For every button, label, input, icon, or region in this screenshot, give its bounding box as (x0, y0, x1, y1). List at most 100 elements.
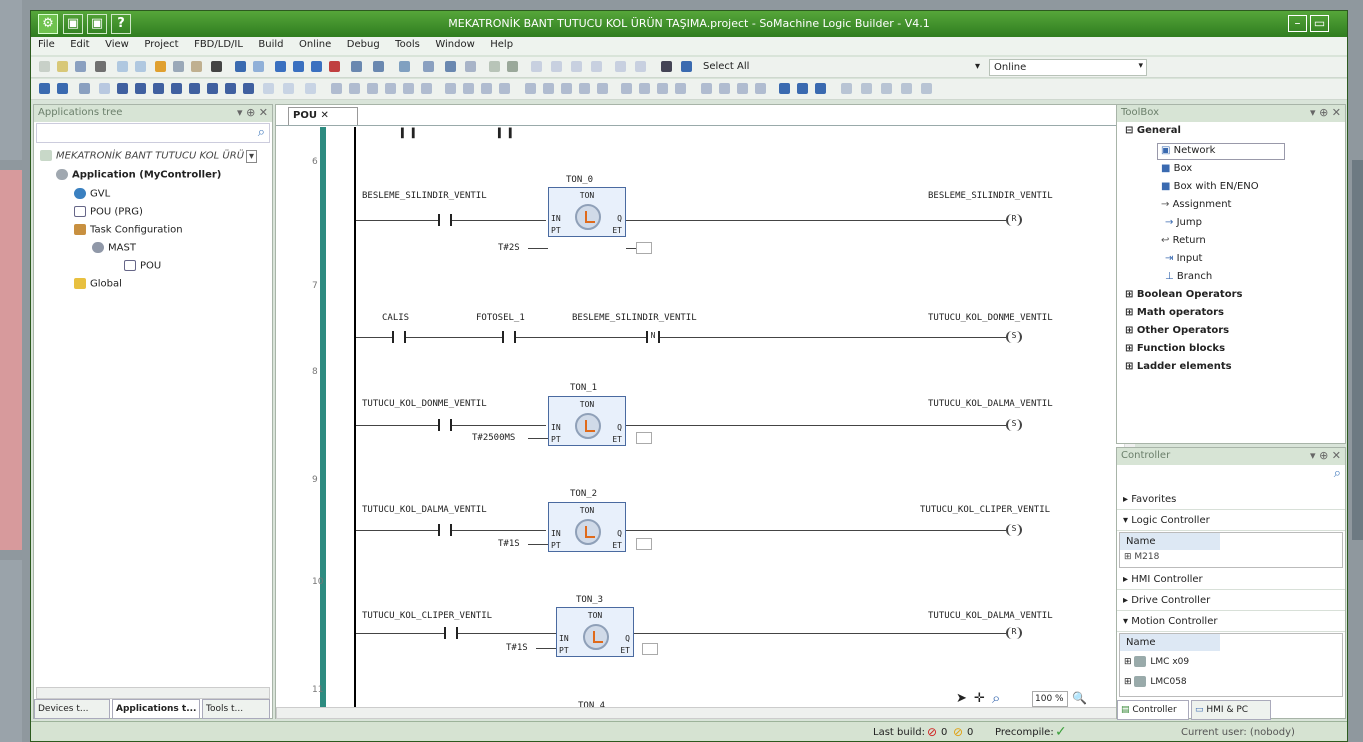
format-icon[interactable] (499, 83, 510, 94)
insert-icon[interactable] (815, 83, 826, 94)
step-out-icon[interactable] (591, 61, 602, 72)
menu-view[interactable]: View (98, 37, 134, 50)
n8-ton-block[interactable]: TON IN PT Q ET (548, 396, 626, 446)
bookmark-icon[interactable] (275, 61, 286, 72)
dropdown-arrow-icon[interactable]: ▾ (971, 59, 991, 76)
toolbox-general[interactable]: ⊟ General (1125, 125, 1181, 136)
format-icon[interactable] (755, 83, 766, 94)
minimize-icon[interactable]: – (1288, 15, 1307, 32)
tree-search-input[interactable]: ⌕ (36, 123, 270, 143)
paste-icon[interactable] (191, 61, 202, 72)
falling-contact-icon[interactable] (153, 83, 164, 94)
format-icon[interactable] (675, 83, 686, 94)
n8-contact[interactable] (438, 419, 452, 431)
n6-contact[interactable] (438, 214, 452, 226)
menu-fbd[interactable]: FBD/LD/IL (187, 37, 248, 50)
print-icon[interactable] (95, 61, 106, 72)
format-icon[interactable] (525, 83, 536, 94)
n7-contact3-label[interactable]: BESLEME_SILINDIR_VENTIL (572, 313, 697, 323)
search-icon[interactable]: ⌕ (1334, 466, 1341, 481)
parallel-contact-icon[interactable] (99, 83, 110, 94)
pointer-icon[interactable]: ➤ (956, 691, 967, 706)
tree-mast-pou[interactable]: POU (124, 260, 161, 272)
run-icon[interactable] (489, 61, 500, 72)
tree-project[interactable]: MEKATRONİK BANT TUTUCU KOL ÜRÜ ▾ (40, 149, 258, 163)
replace-icon[interactable] (253, 61, 264, 72)
align-icon[interactable] (385, 83, 396, 94)
breakpoint-icon[interactable] (531, 61, 542, 72)
close-icon[interactable]: ✕ (320, 110, 328, 121)
toolbox-math[interactable]: ⊞ Math operators (1125, 307, 1224, 318)
logout-icon[interactable] (465, 61, 476, 72)
n9-contact-label[interactable]: TUTUCU_KOL_DALMA_VENTIL (362, 505, 487, 515)
n7-coil-label[interactable]: TUTUCU_KOL_DONME_VENTIL (928, 313, 1053, 323)
error-count[interactable]: 0 (941, 727, 947, 738)
build-icon[interactable] (351, 61, 362, 72)
contact-icon[interactable] (79, 83, 90, 94)
select-icon[interactable] (661, 61, 672, 72)
n6-et-output[interactable] (636, 242, 652, 254)
n6-fb-name[interactable]: TON_0 (566, 175, 593, 185)
name-column-header[interactable]: Name (1120, 533, 1220, 550)
menu-window[interactable]: Window (428, 37, 479, 50)
search-icon[interactable]: ⌕ (258, 125, 265, 140)
warning-count[interactable]: 0 (967, 727, 973, 738)
new-icon[interactable] (39, 61, 50, 72)
controller-item-lmc[interactable]: ⊞ LMC x09 (1124, 656, 1189, 667)
n7-contact3[interactable]: N (646, 331, 660, 343)
format-icon[interactable] (579, 83, 590, 94)
menu-tools[interactable]: Tools (388, 37, 425, 50)
controller-item-m218[interactable]: ⊞ M218 (1124, 552, 1159, 562)
bookmark-next-icon[interactable] (293, 61, 304, 72)
tab-controller[interactable]: ▤ Controller (1117, 700, 1189, 720)
network-icon[interactable] (39, 83, 50, 94)
n6-ton-block[interactable]: TON IN PT Q ET (548, 187, 626, 237)
align-icon[interactable] (367, 83, 378, 94)
zoom-level[interactable]: 100 % (1032, 691, 1068, 707)
controller-drive[interactable]: ▸ Drive Controller (1117, 591, 1345, 611)
jump-icon[interactable] (243, 83, 254, 94)
panel-controls-icon[interactable]: ▾ ⊕ ✕ (237, 106, 268, 119)
download-icon[interactable] (399, 61, 410, 72)
n8-pt-value[interactable]: T#2500MS (472, 433, 515, 443)
tab-pou[interactable]: POU ✕ (288, 107, 358, 125)
n9-et-output[interactable] (636, 538, 652, 550)
coil-icon[interactable] (171, 83, 182, 94)
tab-hmi-pc[interactable]: ▭ HMI & PC (1191, 700, 1271, 720)
n9-ton-block[interactable]: TON IN PT Q ET (548, 502, 626, 552)
pan-icon[interactable]: ✛ (974, 691, 985, 706)
n7-contact2[interactable] (502, 331, 516, 343)
toolbox-assignment[interactable]: → Assignment (1161, 199, 1231, 210)
format-icon[interactable] (639, 83, 650, 94)
panel-controls-icon[interactable]: ▾ ⊕ ✕ (1310, 106, 1341, 119)
toolbox-box[interactable]: ■ Box (1161, 163, 1192, 174)
toolbox-function-blocks[interactable]: ⊞ Function blocks (1125, 343, 1225, 354)
format-icon[interactable] (481, 83, 492, 94)
rebuild-icon[interactable] (373, 61, 384, 72)
negated-contact-icon[interactable] (117, 83, 128, 94)
align-icon[interactable] (421, 83, 432, 94)
n10-contact[interactable] (444, 627, 458, 639)
n7-contact2-label[interactable]: FOTOSEL_1 (476, 313, 525, 323)
n8-coil[interactable]: S (1006, 419, 1022, 431)
zoom-icon[interactable]: ⌕ (992, 689, 1000, 707)
chevron-down-icon[interactable]: ▾ (246, 149, 258, 163)
branch-icon[interactable] (263, 83, 274, 94)
controller-hmi[interactable]: ▸ HMI Controller (1117, 570, 1345, 590)
cut-icon[interactable] (155, 61, 166, 72)
box-icon[interactable] (225, 83, 236, 94)
n10-coil-label[interactable]: TUTUCU_KOL_DALMA_VENTIL (928, 611, 1053, 621)
tree-pou[interactable]: POU (PRG) (74, 206, 143, 218)
format-icon[interactable] (463, 83, 474, 94)
n6-coil-label[interactable]: BESLEME_SILINDIR_VENTIL (928, 191, 1053, 201)
branch-close-icon[interactable] (283, 83, 294, 94)
align-icon[interactable] (331, 83, 342, 94)
n10-coil[interactable]: R (1006, 627, 1022, 639)
toolbox-network[interactable]: ▣ Network (1161, 145, 1215, 156)
format-icon[interactable] (701, 83, 712, 94)
tree-task-config[interactable]: Task Configuration (74, 224, 183, 236)
network-below-icon[interactable] (57, 83, 68, 94)
n10-contact-label[interactable]: TUTUCU_KOL_CLIPER_VENTIL (362, 611, 492, 621)
rising-contact-icon[interactable] (135, 83, 146, 94)
step-over-icon[interactable] (551, 61, 562, 72)
